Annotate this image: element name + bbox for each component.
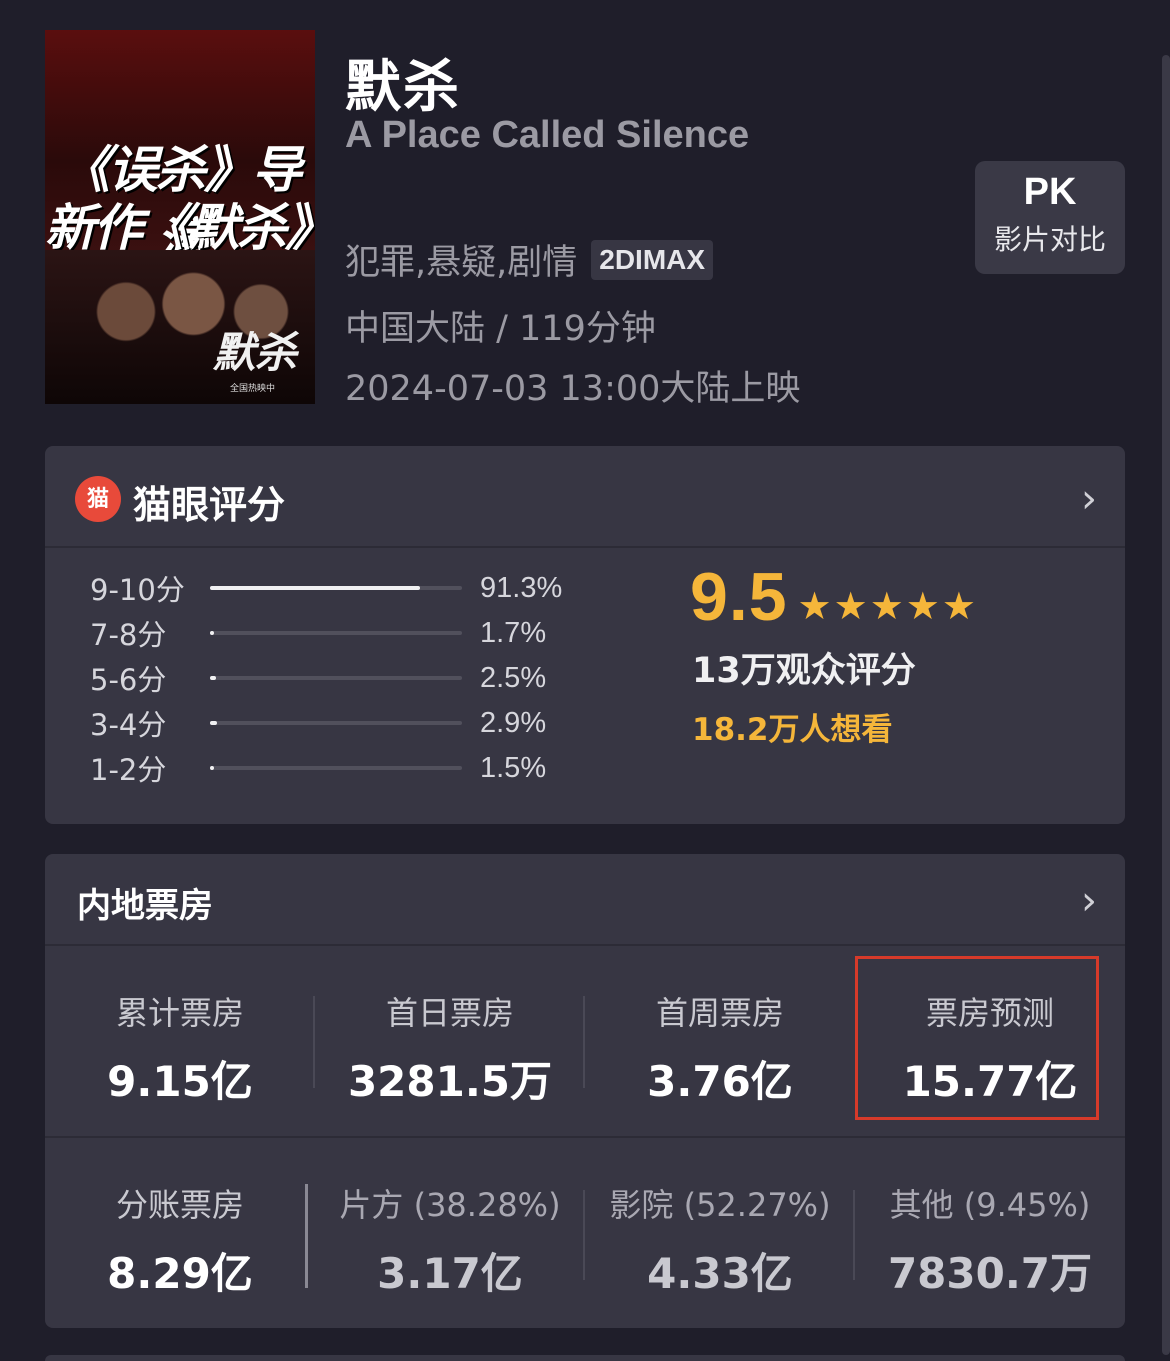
star-icon: ★ xyxy=(941,584,976,628)
distribution-percent: 1.5% xyxy=(480,751,547,784)
stat-value: 9.15亿 xyxy=(107,1057,253,1106)
stat-first-day: 首日票房 3281.5万 xyxy=(315,988,585,1109)
format-badge: 2DIMAX xyxy=(591,239,714,280)
distribution-label: 5-6分 xyxy=(90,663,167,697)
rating-voters: 13万观众评分 xyxy=(692,651,916,691)
distribution-bar-fill xyxy=(210,676,216,680)
box-office-header[interactable]: 内地票房 › xyxy=(45,854,1125,946)
stat-label: 其他 (9.45%) xyxy=(889,1186,1091,1224)
distribution-label: 7-8分 xyxy=(90,618,167,652)
want-to-see-count: 18.2万人想看 xyxy=(692,712,893,748)
poster-calligraphy-title: 默杀 xyxy=(212,328,297,377)
distribution-label: 3-4分 xyxy=(90,708,167,742)
stat-value: 4.33亿 xyxy=(647,1249,793,1298)
stat-cinema-share: 影院 (52.27%) 4.33亿 xyxy=(585,1180,855,1301)
stat-other-share: 其他 (9.45%) 7830.7万 xyxy=(855,1180,1125,1301)
distribution-percent: 1.7% xyxy=(480,616,547,649)
star-icon: ★ xyxy=(869,584,904,628)
cat-logo-icon: 猫 xyxy=(75,476,121,522)
pk-title: PK xyxy=(1023,171,1077,213)
stat-label: 影院 (52.27%) xyxy=(609,1186,831,1224)
distribution-bar-fill xyxy=(210,721,217,725)
rating-title: 猫眼评分 xyxy=(133,483,286,527)
star-icon: ★ xyxy=(797,584,832,628)
rating-distribution-row: 7-8分 1.7% xyxy=(90,613,546,653)
distribution-bar-track xyxy=(210,676,462,680)
star-rating: ★ ★ ★ ★ ★ xyxy=(798,586,978,626)
distribution-percent: 2.5% xyxy=(480,661,547,694)
stat-value: 8.29亿 xyxy=(107,1249,253,1298)
stat-distributor-share: 片方 (38.28%) 3.17亿 xyxy=(315,1180,585,1301)
rating-distribution-row: 3-4分 2.9% xyxy=(90,703,546,743)
movie-poster[interactable]: 《误杀》导演 新作《默杀》 默杀 全国热映中 xyxy=(45,30,315,404)
stat-value: 3281.5万 xyxy=(347,1057,553,1106)
movie-title: 默杀 xyxy=(345,55,461,120)
distribution-label: 1-2分 xyxy=(90,753,167,787)
distribution-bar-track xyxy=(210,631,462,635)
distribution-bar-track xyxy=(210,766,462,770)
movie-release-date: 2024-07-03 13:00大陆上映 xyxy=(345,369,801,409)
rating-header[interactable]: 猫 猫眼评分 › xyxy=(45,446,1125,548)
scrollbar[interactable] xyxy=(1162,55,1170,1355)
stat-label: 首周票房 xyxy=(655,994,784,1032)
stat-value: 3.76亿 xyxy=(647,1057,793,1106)
stat-split-box-office: 分账票房 8.29亿 xyxy=(45,1180,315,1301)
stat-value: 3.17亿 xyxy=(377,1249,523,1298)
stat-label: 分账票房 xyxy=(115,1186,244,1224)
rating-score: 9.5 xyxy=(690,559,788,635)
pk-compare-button[interactable]: PK 影片对比 xyxy=(975,161,1125,274)
movie-region-duration: 中国大陆 / 119分钟 xyxy=(345,309,656,349)
chevron-right-icon[interactable]: › xyxy=(1081,476,1097,522)
movie-title-en: A Place Called Silence xyxy=(345,114,750,156)
distribution-percent: 2.9% xyxy=(480,706,547,739)
stat-value: 7830.7万 xyxy=(887,1249,1093,1298)
rating-distribution-row: 5-6分 2.5% xyxy=(90,658,546,698)
distribution-bar-track xyxy=(210,586,462,590)
stat-label: 累计票房 xyxy=(115,994,244,1032)
stat-label: 片方 (38.28%) xyxy=(339,1186,561,1224)
distribution-bar-fill xyxy=(210,631,214,635)
rating-distribution-row: 9-10分 91.3% xyxy=(90,568,562,608)
distribution-bar-fill xyxy=(210,586,420,590)
distribution-bar-track xyxy=(210,721,462,725)
forecast-highlight-box xyxy=(855,956,1099,1120)
next-card-edge xyxy=(45,1355,1125,1361)
box-office-card: 内地票房 › 累计票房 9.15亿 首日票房 3281.5万 首周票房 3.76… xyxy=(45,854,1125,1328)
rating-card: 猫 猫眼评分 › 9-10分 91.3% 7-8分 1.7% 5-6分 2.5% 3-4分 2… xyxy=(45,446,1125,824)
distribution-percent: 91.3% xyxy=(480,571,563,604)
stat-total-box-office: 累计票房 9.15亿 xyxy=(45,988,315,1109)
chevron-right-icon[interactable]: › xyxy=(1081,878,1097,924)
section-divider xyxy=(45,1136,1125,1138)
score-line: 9.5 ★ ★ ★ ★ ★ xyxy=(690,562,978,632)
genre-row: 犯罪,悬疑,剧情 2DIMAX xyxy=(345,234,714,285)
pk-subtitle: 影片对比 xyxy=(993,223,1106,256)
star-icon: ★ xyxy=(833,584,868,628)
poster-tag: 全国热映中 xyxy=(229,383,275,393)
distribution-label: 9-10分 xyxy=(90,573,185,607)
rating-distribution-row: 1-2分 1.5% xyxy=(90,748,546,788)
star-icon: ★ xyxy=(905,584,940,628)
box-office-title: 内地票房 xyxy=(77,886,213,926)
distribution-bar-fill xyxy=(210,766,214,770)
stat-label: 首日票房 xyxy=(385,994,514,1032)
stat-first-week: 首周票房 3.76亿 xyxy=(585,988,855,1109)
movie-genres: 犯罪,悬疑,剧情 xyxy=(345,243,578,283)
